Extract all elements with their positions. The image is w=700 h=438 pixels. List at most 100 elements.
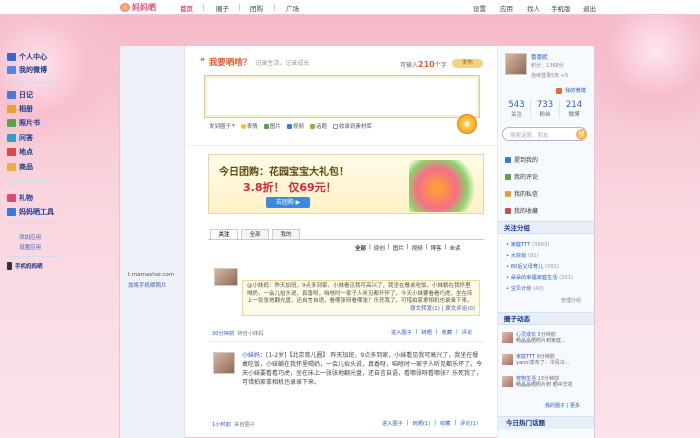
search-button[interactable]: 搜 (576, 129, 587, 140)
link-apps[interactable]: 应用 (500, 3, 513, 13)
nav-personal-center[interactable]: 个人中心 (7, 52, 47, 62)
nav-tools[interactable]: 妈妈晒工具 (7, 207, 54, 217)
repost-links[interactable]: 原文转发(1) | 原文评论(0) (247, 306, 475, 314)
mail-icon (505, 190, 511, 197)
menu-favorites[interactable]: 我的收藏 (505, 206, 538, 215)
tab-following[interactable]: 关注 (210, 229, 238, 239)
tool-library[interactable]: 收录到素材库 (332, 122, 372, 130)
nav-diary[interactable]: 日记 (7, 90, 33, 100)
tab-mine[interactable]: 我的 (272, 229, 300, 239)
nav-circle[interactable]: 圈子 (216, 3, 229, 13)
action-enter-circle[interactable]: 进入圈子 (382, 420, 403, 427)
profile-name[interactable]: 蕾蕾妮 (531, 53, 548, 61)
stat-weibo[interactable]: 214 微博 (560, 100, 588, 118)
search-input[interactable]: 搜索话题、朋友 搜 (502, 127, 587, 141)
link-set-app[interactable]: 设置应用 (19, 243, 41, 251)
link-add-app[interactable]: 添加应用 (19, 233, 41, 241)
link-logout[interactable]: 退出 (583, 3, 596, 13)
group-item[interactable]: • 大杂烩 (81) (506, 252, 539, 259)
logo-text: 妈妈晒 (132, 3, 156, 12)
feed-text: 小妹妈：[1-2岁]【北京育儿圈】 昨天加班，9点多到家，小妹看见我可高兴了，我… (242, 352, 483, 386)
link-find-people[interactable]: 找人 (527, 3, 540, 13)
avatar[interactable] (214, 268, 238, 286)
menu-messages[interactable]: 我的私信 (505, 189, 538, 198)
checkbox-icon (332, 123, 338, 129)
link-mobile[interactable]: 手机版 (551, 3, 571, 13)
my-circles-link[interactable]: 我的圈子 | 更多 (545, 402, 580, 409)
action-enter-circle[interactable]: 进入圈子 (391, 329, 412, 336)
quote-icon: ❝ (200, 57, 205, 67)
go-groupbuy-button[interactable]: 去团购 ▶ (266, 197, 310, 208)
group-item[interactable]: • 家庭TTT (3663) (506, 241, 549, 248)
group-item[interactable]: • 80后父母育儿 (581) (506, 263, 559, 270)
stat-following[interactable]: 543 关注 (503, 100, 531, 118)
action-repost[interactable]: 转晒 (422, 329, 432, 336)
action-repost[interactable]: 转晒(1) (413, 420, 431, 427)
dynamic-item[interactable]: 心灵成长 5分钟前 畅晶晶晒照片到家庭... (502, 332, 566, 344)
my-weibo-link[interactable]: 我的微博 (556, 87, 586, 94)
tool-emoticon[interactable]: 表情 (240, 122, 258, 130)
filter-unread[interactable]: 未读 (449, 244, 460, 252)
tool-topic[interactable]: 话题 (309, 122, 327, 130)
filter-original[interactable]: 原创 (374, 244, 385, 252)
decor-flower-right (590, 14, 700, 134)
nav-home[interactable]: 首页 (180, 3, 193, 13)
groupbuy-banner[interactable]: 今日团购：花园宝宝大礼包！ 3.8折！ 仅69元！ 去团购 ▶ (208, 154, 484, 214)
feed-actions: 进入圈子 | 转晒(1) | 收藏 | 评论(1) (382, 420, 478, 427)
at-icon (505, 156, 511, 163)
nav-location[interactable]: 地点 (7, 147, 33, 157)
group-item[interactable]: • 朵朵的幸福家庭生活 (251) (506, 274, 573, 281)
dynamic-item[interactable]: 宠物生活 13分钟前 畅晶晶晒照片到 晒中华花 (502, 376, 573, 388)
author-link[interactable]: 小妹妈 (242, 352, 260, 359)
banner-line1: 今日团购：花园宝宝大礼包！ (219, 167, 349, 178)
publish-button[interactable]: 发布 (452, 59, 483, 68)
manage-groups-link[interactable]: 管理分组 (561, 297, 581, 304)
logo[interactable]: 妈妈晒 (120, 2, 156, 13)
groups-header: 关注分组 (498, 221, 594, 234)
avatar[interactable] (213, 352, 235, 374)
nav-square[interactable]: 广场 (286, 3, 299, 13)
filter-blog[interactable]: 博客 (431, 244, 442, 252)
nav-gifts[interactable]: 礼物 (7, 193, 33, 203)
nav-photobook[interactable]: 照片书 (7, 118, 40, 128)
menu-mentions[interactable]: 提到我的 (505, 155, 538, 164)
chevron-down-icon: ▾ (232, 123, 235, 129)
link-settings[interactable]: 设置 (473, 3, 486, 13)
filter-all[interactable]: 全部 (355, 244, 366, 252)
share-title: 我要晒啥？ (208, 58, 252, 68)
mobile-title: 手机妈妈晒 (7, 262, 43, 270)
post-to-circle[interactable]: 发到圈子 ▾ (209, 122, 235, 130)
link-mobile-photo[interactable]: 加将手机晒照片 (128, 281, 167, 289)
filter-image[interactable]: 图片 (393, 244, 404, 252)
image-icon (263, 123, 269, 129)
dynamics-header: 圈子动态 (498, 312, 594, 325)
nav-groupbuy[interactable]: 团购 (250, 3, 263, 13)
mobile-domain: t.mamashai.com (128, 272, 175, 278)
nav-qa[interactable]: 问答 (7, 133, 33, 143)
profile-avatar[interactable] (505, 53, 527, 75)
profile-login: 连续登录5天 +5 (531, 73, 569, 79)
post-textarea[interactable] (204, 75, 480, 118)
share-sun-button[interactable]: 晒 (457, 114, 477, 134)
dynamic-item[interactable]: 家庭TTT 9分钟前 yanni发布了：冷风冷... (502, 354, 570, 366)
gift-package-image (409, 160, 479, 212)
tool-image[interactable]: 图片 (263, 122, 281, 130)
menu-comments[interactable]: 我的评论 (505, 172, 538, 181)
tool-video[interactable]: 视频 (286, 122, 304, 130)
action-comment[interactable]: 评论(1) (460, 420, 478, 427)
action-favorite[interactable]: 收藏 (440, 420, 450, 427)
nav-album[interactable]: 相册 (7, 104, 33, 114)
diary-icon (7, 91, 16, 99)
group-item[interactable]: • 宝贝计划 (43) (506, 285, 544, 292)
action-comment[interactable]: 评论 (462, 329, 472, 336)
nav-my-weibo[interactable]: 我的微博 (7, 65, 47, 75)
filter-video[interactable]: 视频 (412, 244, 423, 252)
stat-fans[interactable]: 733 粉丝 (532, 100, 560, 118)
profile-points: 积分：1368分 (531, 63, 564, 69)
tab-all[interactable]: 全部 (241, 229, 269, 239)
person-icon (7, 53, 16, 61)
nav-goods[interactable]: 商品 (7, 162, 33, 172)
feed-actions: 进入圈子 | 转晒 | 收藏 | 评论 (391, 329, 473, 336)
post-toolbar: 发到圈子 ▾ 表情 图片 视频 话题 收录到素材库 (209, 122, 372, 130)
action-favorite[interactable]: 收藏 (442, 329, 452, 336)
